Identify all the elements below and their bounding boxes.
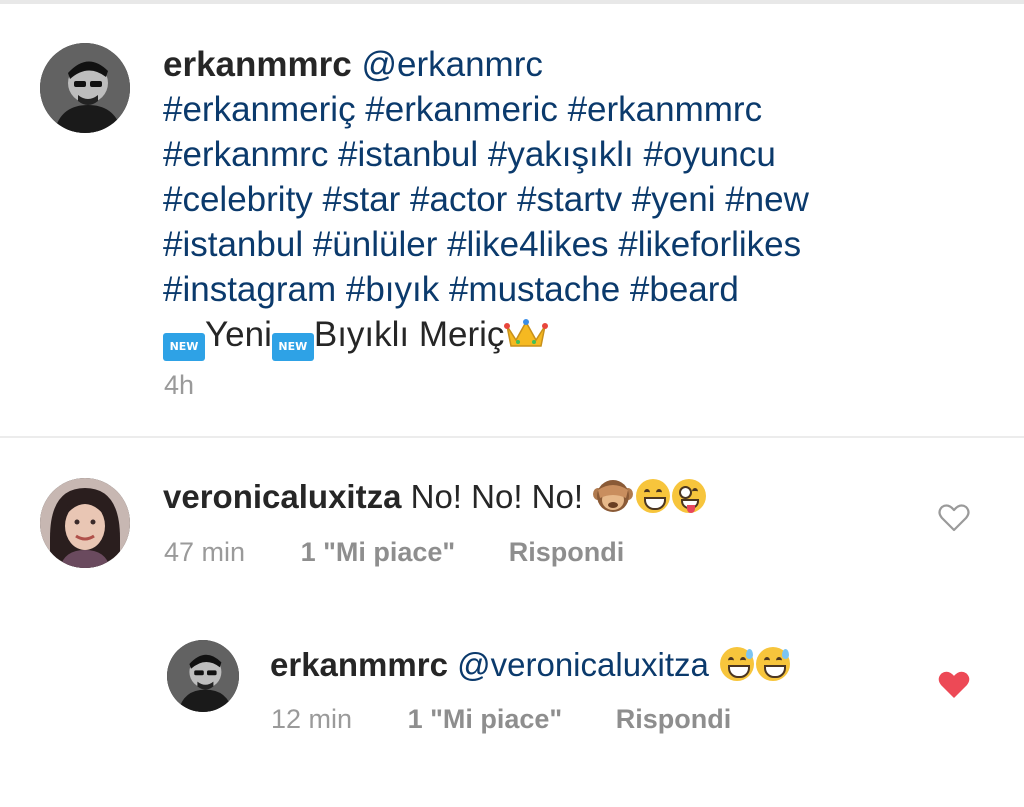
sweat-smile-emoji-icon [720,647,755,681]
comment-2-mention[interactable]: @veronicaluxitza [457,646,709,683]
comment-2-time: 12 min [271,704,353,734]
hashtags-line-4[interactable]: #istanbul #ünlüler #like4likes #likeforl… [163,222,1003,267]
sweat-smile-emoji-icon [756,647,791,681]
comment-2: erkanmmrc @veronicaluxitza [270,645,791,685]
top-divider [0,0,1024,4]
caption-text-line: NEW Yeni NEW Bıyıklı Meriç [163,312,1003,361]
avatar-erkanmmrc[interactable] [40,43,130,133]
caption-text-yeni: Yeni [205,315,272,354]
comment-1: veronicaluxitza No! No! No! [163,477,707,517]
grinning-emoji-icon [636,479,671,513]
comment-1-username[interactable]: veronicaluxitza [163,478,401,515]
comment-2-reply-button[interactable]: Rispondi [616,704,732,734]
post-timestamp: 4h [164,370,195,400]
comment-2-likes[interactable]: 1 "Mi piace" [408,704,563,734]
heart-outline-icon[interactable] [938,504,970,532]
crown-emoji-icon [504,316,549,361]
comment-1-time: 47 min [164,537,246,567]
new-badge-icon: NEW [163,333,205,361]
new-badge-icon: NEW [271,333,314,361]
comment-1-likes[interactable]: 1 "Mi piace" [301,537,456,567]
hashtags-line-5[interactable]: #instagram #bıyık #mustache #beard [163,267,1003,312]
post-handle[interactable]: @erkanmrc [361,45,542,84]
zany-emoji-icon [672,479,707,513]
hashtags-line-1[interactable]: #erkanmeriç #erkanmeric #erkanmmrc [163,87,1003,132]
heart-filled-icon[interactable] [938,671,970,699]
comment-2-meta: 12 min 1 "Mi piace" Rispondi [271,704,731,735]
comment-2-username[interactable]: erkanmmrc [270,646,448,683]
caption-text-biyikli: Bıyıklı Meriç [313,315,505,354]
see-no-evil-monkey-emoji-icon [592,478,634,514]
avatar-erkanmmrc-reply[interactable] [167,640,239,712]
comment-1-meta: 47 min 1 "Mi piace" Rispondi [164,537,624,568]
avatar-veronicaluxitza[interactable] [40,478,130,568]
post-caption: erkanmmrc @erkanmrc #erkanmeriç #erkanme… [163,42,1003,361]
comment-1-text: No! No! No! [410,478,584,515]
post-username[interactable]: erkanmmrc [163,45,352,84]
hashtags-line-2[interactable]: #erkanmrc #istanbul #yakışıklı #oyuncu [163,132,1003,177]
comment-1-reply-button[interactable]: Rispondi [509,537,625,567]
hashtags-line-3[interactable]: #celebrity #star #actor #startv #yeni #n… [163,177,1003,222]
section-divider [0,436,1024,438]
